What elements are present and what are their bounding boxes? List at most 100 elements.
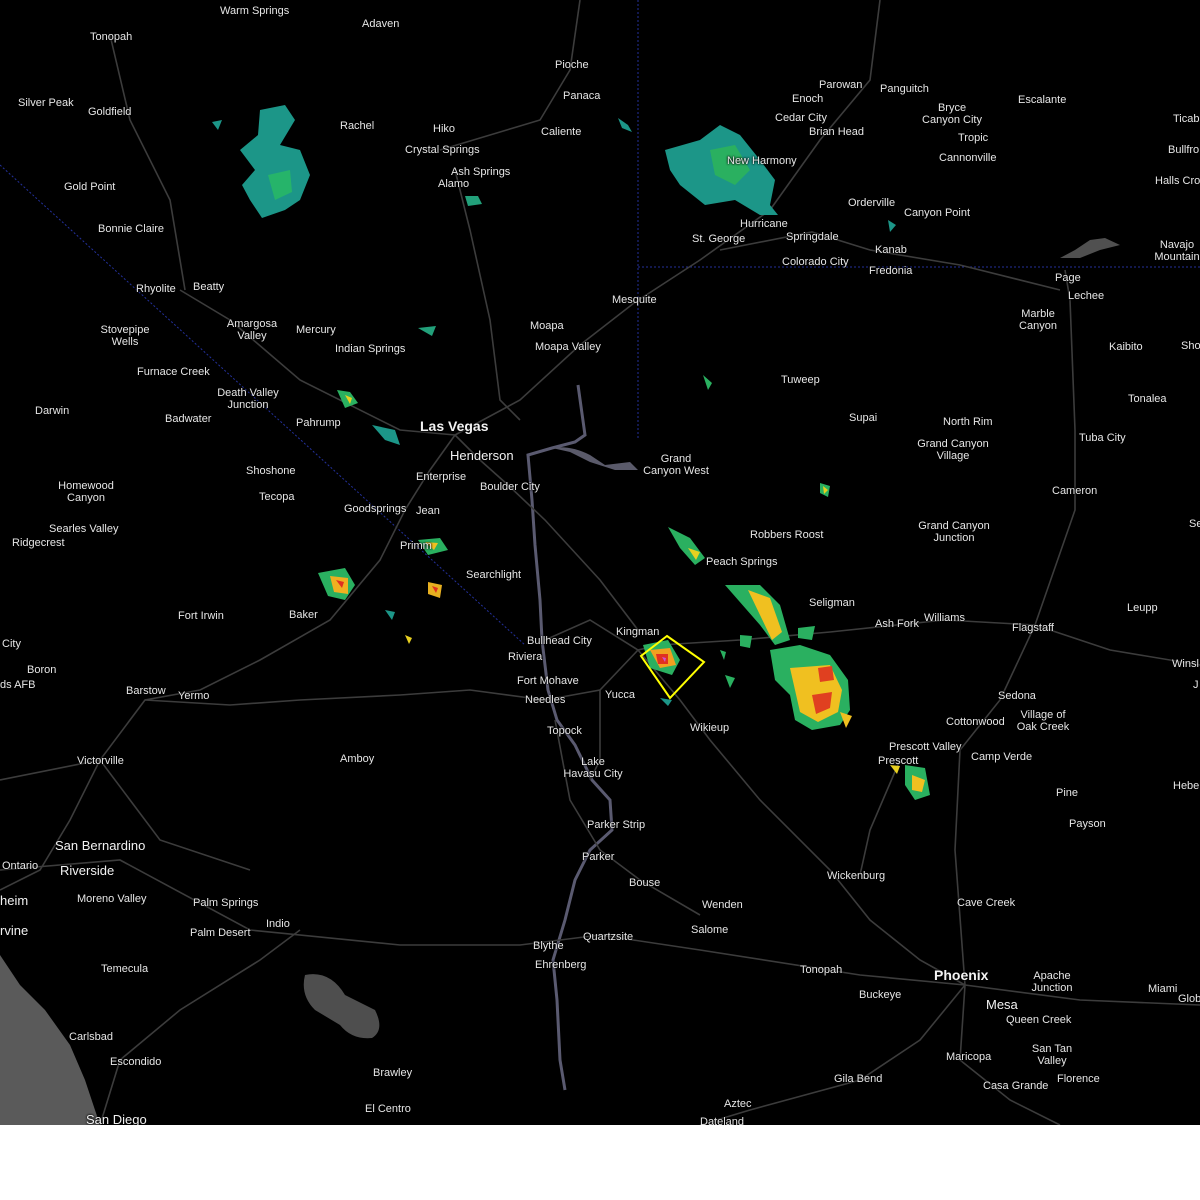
- city-label: Topock: [547, 725, 582, 737]
- city-label: Ridgecrest: [12, 537, 65, 549]
- city-label: Salome: [691, 924, 729, 936]
- city-label: Wickenburg: [827, 870, 886, 882]
- city-label: Moreno Valley: [77, 893, 147, 905]
- city-label: New Harmony: [727, 155, 797, 167]
- city-label: Panguitch: [880, 83, 929, 95]
- city-label: Wikieup: [690, 722, 730, 734]
- city-label: Leupp: [1127, 602, 1158, 614]
- city-label: Hurricane: [740, 218, 788, 230]
- city-label: Goodsprings: [344, 503, 407, 515]
- city-label: Blythe: [533, 940, 564, 952]
- city-label: Goldfield: [88, 106, 132, 118]
- city-label: Flagstaff: [1012, 622, 1054, 634]
- radar-map[interactable]: Warm Springs Adaven Tonopah Pioche Panac…: [0, 0, 1200, 1125]
- city-label: Marble Canyon: [1019, 308, 1057, 332]
- city-label: Cottonwood: [946, 716, 1005, 728]
- city-label: Tonalea: [1128, 393, 1167, 405]
- city-label: Mesa: [986, 997, 1018, 1012]
- city-label: Casa Grande: [983, 1080, 1049, 1092]
- city-label: Pine: [1056, 787, 1079, 799]
- city-label: Riverside: [60, 863, 115, 878]
- city-label: Yucca: [605, 689, 635, 701]
- city-label: Indio: [266, 918, 290, 930]
- city-label: Enterprise: [416, 471, 467, 483]
- city-label: San Bernardino: [55, 838, 146, 853]
- city-label: Searles Valley: [49, 523, 119, 535]
- city-label: Prescott: [878, 755, 919, 767]
- city-label: Orderville: [848, 197, 896, 209]
- city-label: Warm Springs: [220, 5, 290, 17]
- city-label: Amargosa Valley: [226, 318, 278, 342]
- city-label: Bonnie Claire: [98, 223, 165, 235]
- city-label: City: [2, 638, 21, 650]
- city-label: Temecula: [101, 963, 149, 975]
- city-label: Supai: [849, 412, 878, 424]
- city-label: Indian Springs: [335, 343, 406, 355]
- city-label: Grand Canyon Village: [917, 438, 989, 462]
- city-label: Parker: [582, 851, 615, 863]
- city-label: Lechee: [1068, 290, 1105, 302]
- city-label: Buckeye: [859, 989, 902, 1001]
- city-label: Williams: [924, 612, 965, 624]
- city-label: Bouse: [629, 877, 661, 889]
- city-label: Sho: [1181, 340, 1200, 352]
- city-label: Tonopah: [800, 964, 843, 976]
- city-label: Mesquite: [612, 294, 657, 306]
- city-label: Robbers Roost: [750, 529, 824, 541]
- city-label: Boron: [27, 664, 57, 676]
- city-label: Cave Creek: [957, 897, 1016, 909]
- city-label: Escondido: [110, 1056, 162, 1068]
- city-label: Silver Peak: [18, 97, 74, 109]
- city-label: Enoch: [792, 93, 824, 105]
- city-label: Gila Bend: [834, 1073, 883, 1085]
- city-label: San Tan Valley: [1031, 1043, 1073, 1067]
- city-label: Searchlight: [466, 569, 522, 581]
- city-label: Furnace Creek: [137, 366, 210, 378]
- city-label: Fredonia: [869, 265, 913, 277]
- city-label: Stovepipe Wells: [100, 324, 150, 348]
- city-label: Riviera: [508, 651, 543, 663]
- city-label: Cameron: [1052, 485, 1098, 497]
- city-label: Parker Strip: [587, 819, 646, 831]
- city-label: Escalante: [1018, 94, 1067, 106]
- city-label: Se: [1189, 518, 1200, 530]
- city-label: Hiko: [433, 123, 456, 135]
- city-label: Canyon Point: [904, 207, 971, 219]
- city-label: Lake Havasu City: [563, 756, 623, 780]
- city-label: Prescott Valley: [889, 741, 962, 753]
- city-label: Phoenix: [934, 967, 989, 983]
- city-label: Barstow: [126, 685, 166, 697]
- city-label: Jean: [416, 505, 440, 517]
- city-label: Hebe: [1173, 780, 1200, 792]
- city-label: Dateland: [700, 1116, 745, 1125]
- city-label: Tropic: [958, 132, 989, 144]
- city-label: Alamo: [438, 178, 470, 190]
- city-label: Ash Fork: [875, 618, 920, 630]
- city-label: Tonopah: [90, 31, 133, 43]
- city-label: Parowan: [819, 79, 863, 91]
- city-label: Sedona: [998, 690, 1036, 702]
- city-label: Needles: [525, 694, 566, 706]
- city-label: Mercury: [296, 324, 336, 336]
- city-label: Death Valley Junction: [217, 387, 279, 411]
- city-label: Henderson: [450, 448, 514, 463]
- city-label: El Centro: [365, 1103, 411, 1115]
- map-layers: [0, 0, 1200, 1125]
- city-label: Panaca: [563, 90, 601, 102]
- city-label: Ticab: [1173, 113, 1200, 125]
- city-label: Springdale: [786, 231, 839, 243]
- blank-footer: [0, 1125, 1200, 1200]
- city-label: Homewood Canyon: [58, 480, 114, 504]
- city-label: Aztec: [724, 1098, 752, 1110]
- city-label: Queen Creek: [1006, 1014, 1072, 1026]
- lake-powell: [1060, 238, 1120, 258]
- city-label: Badwater: [165, 413, 212, 425]
- city-label: Beatty: [193, 281, 225, 293]
- city-label: Bullfro: [1168, 144, 1200, 156]
- city-label: St. George: [692, 233, 746, 245]
- city-label: Peach Springs: [706, 556, 778, 568]
- city-label: Cedar City: [775, 112, 827, 124]
- salton-sea: [303, 974, 380, 1039]
- city-label: ds AFB: [0, 679, 36, 691]
- city-label: Apache Junction: [1031, 970, 1073, 994]
